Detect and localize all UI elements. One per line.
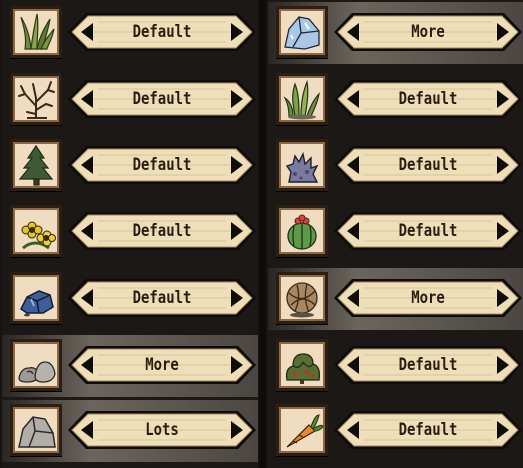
previous-option-arrow-icon[interactable] xyxy=(347,289,359,307)
blue-boulder-icon xyxy=(10,272,62,324)
boulder-icon xyxy=(10,404,62,456)
next-option-arrow-icon[interactable] xyxy=(231,90,243,108)
cactus-icon xyxy=(276,205,328,257)
option-value: Lots xyxy=(145,420,179,440)
next-option-arrow-icon[interactable] xyxy=(497,289,509,307)
option-value: More xyxy=(145,355,179,375)
right-setting-row: More xyxy=(268,268,523,330)
option-value: Default xyxy=(398,221,458,241)
rocks-icon xyxy=(10,339,62,391)
option-value: More xyxy=(411,22,445,42)
option-value: Default xyxy=(398,155,458,175)
previous-option-arrow-icon[interactable] xyxy=(347,156,359,174)
option-value: Default xyxy=(132,89,192,109)
previous-option-arrow-icon[interactable] xyxy=(347,90,359,108)
right-setting-row: Default xyxy=(268,335,523,397)
previous-option-arrow-icon[interactable] xyxy=(81,289,93,307)
lichen-icon xyxy=(276,139,328,191)
previous-option-arrow-icon[interactable] xyxy=(347,356,359,374)
option-selector: More xyxy=(68,343,256,387)
option-value: Default xyxy=(398,420,458,440)
right-setting-row: Default xyxy=(268,69,523,131)
option-selector: Lots xyxy=(68,408,256,452)
carrot-icon xyxy=(276,404,328,456)
previous-option-arrow-icon[interactable] xyxy=(81,23,93,41)
ice-icon xyxy=(276,6,328,58)
option-selector: Default xyxy=(68,77,256,121)
option-value: Default xyxy=(132,155,192,175)
previous-option-arrow-icon[interactable] xyxy=(347,222,359,240)
option-value: Default xyxy=(132,221,192,241)
option-selector: Default xyxy=(334,77,522,121)
next-option-arrow-icon[interactable] xyxy=(497,222,509,240)
previous-option-arrow-icon[interactable] xyxy=(347,421,359,439)
left-setting-row: Default xyxy=(2,268,258,330)
left-setting-row: More xyxy=(2,335,258,397)
option-selector: Default xyxy=(68,209,256,253)
previous-option-arrow-icon[interactable] xyxy=(81,156,93,174)
left-setting-row: Default xyxy=(2,69,258,131)
next-option-arrow-icon[interactable] xyxy=(497,156,509,174)
previous-option-arrow-icon[interactable] xyxy=(81,90,93,108)
next-option-arrow-icon[interactable] xyxy=(231,356,243,374)
previous-option-arrow-icon[interactable] xyxy=(347,23,359,41)
next-option-arrow-icon[interactable] xyxy=(497,23,509,41)
next-option-arrow-icon[interactable] xyxy=(497,421,509,439)
right-settings-column: More Default Default Default More Default Defa… xyxy=(268,0,523,468)
berry-bush-icon xyxy=(276,339,328,391)
left-settings-column: Default Default Default Default Default More L… xyxy=(2,0,258,468)
next-option-arrow-icon[interactable] xyxy=(231,289,243,307)
grass-icon xyxy=(10,6,62,58)
evergreen-tree-icon xyxy=(10,139,62,191)
next-option-arrow-icon[interactable] xyxy=(231,222,243,240)
right-setting-row: Default xyxy=(268,400,523,462)
previous-option-arrow-icon[interactable] xyxy=(81,421,93,439)
option-value: Default xyxy=(398,89,458,109)
next-option-arrow-icon[interactable] xyxy=(231,23,243,41)
flowers-icon xyxy=(10,205,62,257)
option-value: Default xyxy=(132,288,192,308)
left-setting-row: Lots xyxy=(2,400,258,462)
right-setting-row: Default xyxy=(268,201,523,263)
option-selector: More xyxy=(334,10,522,54)
right-setting-row: More xyxy=(268,2,523,64)
option-selector: Default xyxy=(68,143,256,187)
left-setting-row: Default xyxy=(2,201,258,263)
left-setting-row: Default xyxy=(2,135,258,197)
right-setting-row: Default xyxy=(268,135,523,197)
option-value: Default xyxy=(132,22,192,42)
column-divider xyxy=(259,0,266,468)
previous-option-arrow-icon[interactable] xyxy=(81,356,93,374)
option-selector: Default xyxy=(334,408,522,452)
reeds-icon xyxy=(276,73,328,125)
next-option-arrow-icon[interactable] xyxy=(231,156,243,174)
option-selector: Default xyxy=(68,10,256,54)
option-value: Default xyxy=(398,355,458,375)
option-selector: Default xyxy=(334,209,522,253)
next-option-arrow-icon[interactable] xyxy=(497,90,509,108)
next-option-arrow-icon[interactable] xyxy=(231,421,243,439)
left-setting-row: Default xyxy=(2,2,258,64)
option-selector: More xyxy=(334,276,522,320)
previous-option-arrow-icon[interactable] xyxy=(81,222,93,240)
option-selector: Default xyxy=(68,276,256,320)
option-selector: Default xyxy=(334,343,522,387)
option-selector: Default xyxy=(334,143,522,187)
tumbleweed-icon xyxy=(276,272,328,324)
option-value: More xyxy=(411,288,445,308)
next-option-arrow-icon[interactable] xyxy=(497,356,509,374)
twigs-sapling-icon xyxy=(10,73,62,125)
